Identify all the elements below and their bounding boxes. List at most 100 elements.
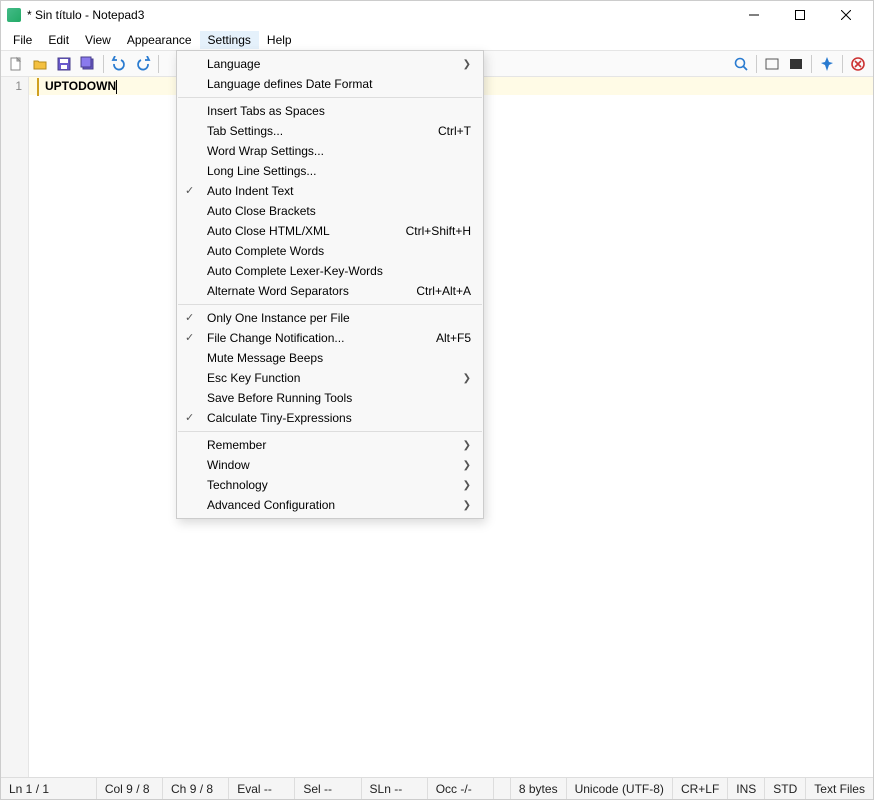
status-col[interactable]: Col 9 / 8 xyxy=(97,778,163,799)
line-gutter: 1 xyxy=(1,77,29,777)
menu-item-label: Alternate Word Separators xyxy=(207,284,349,298)
toolbar-sep xyxy=(811,55,812,73)
menu-item-label: Calculate Tiny-Expressions xyxy=(207,411,352,425)
menu-item[interactable]: Esc Key Function❯ xyxy=(177,368,483,388)
menu-item-label: Auto Complete Words xyxy=(207,244,324,258)
menu-file[interactable]: File xyxy=(5,31,40,49)
open-file-button[interactable] xyxy=(29,53,51,75)
status-ch[interactable]: Ch 9 / 8 xyxy=(163,778,229,799)
status-sel[interactable]: Sel -- xyxy=(295,778,361,799)
menu-appearance[interactable]: Appearance xyxy=(119,31,200,49)
chevron-right-icon: ❯ xyxy=(463,59,471,70)
menu-item-label: Insert Tabs as Spaces xyxy=(207,104,325,118)
status-sln[interactable]: SLn -- xyxy=(362,778,428,799)
redo-button[interactable] xyxy=(132,53,154,75)
menu-item[interactable]: ✓ Only One Instance per File xyxy=(177,308,483,328)
menu-item-label: Auto Complete Lexer-Key-Words xyxy=(207,264,383,278)
status-eval[interactable]: Eval -- xyxy=(229,778,295,799)
view1-button[interactable] xyxy=(761,53,783,75)
menu-item[interactable]: Insert Tabs as Spaces xyxy=(177,101,483,121)
caret xyxy=(116,80,117,94)
line-number: 1 xyxy=(1,79,22,93)
menu-settings[interactable]: Settings xyxy=(200,31,259,49)
menu-separator xyxy=(178,304,482,305)
menu-view[interactable]: View xyxy=(77,31,119,49)
menu-item-label: Auto Close HTML/XML xyxy=(207,224,330,238)
status-bytes[interactable]: 8 bytes xyxy=(511,778,567,799)
menu-item[interactable]: Auto Close HTML/XML Ctrl+Shift+H xyxy=(177,221,483,241)
menu-item-label: Language xyxy=(207,57,260,71)
undo-button[interactable] xyxy=(108,53,130,75)
close-button[interactable] xyxy=(823,1,869,29)
menu-shortcut: Ctrl+Shift+H xyxy=(406,224,471,238)
menu-item-label: Esc Key Function xyxy=(207,371,300,385)
menu-item[interactable]: Auto Close Brackets xyxy=(177,201,483,221)
menu-item[interactable]: ✓ File Change Notification... Alt+F5 xyxy=(177,328,483,348)
menu-item-label: Only One Instance per File xyxy=(207,311,350,325)
menu-item[interactable]: Word Wrap Settings... xyxy=(177,141,483,161)
status-bar: Ln 1 / 1 Col 9 / 8 Ch 9 / 8 Eval -- Sel … xyxy=(1,777,873,799)
toolbar-sep xyxy=(103,55,104,73)
menu-item-label: Remember xyxy=(207,438,266,452)
save-all-button[interactable] xyxy=(77,53,99,75)
app-window: * Sin título - Notepad3 FileEditViewAppe… xyxy=(0,0,874,800)
menu-item[interactable]: ✓Auto Indent Text xyxy=(177,181,483,201)
status-std[interactable]: STD xyxy=(765,778,806,799)
check-icon: ✓ xyxy=(185,184,194,197)
status-line[interactable]: Ln 1 / 1 xyxy=(1,778,97,799)
check-icon: ✓ xyxy=(185,331,194,344)
zoom-button[interactable] xyxy=(730,53,752,75)
save-file-button[interactable] xyxy=(53,53,75,75)
check-icon: ✓ xyxy=(185,311,194,324)
menu-item-label: Advanced Configuration xyxy=(207,498,335,512)
menu-item[interactable]: Technology ❯ xyxy=(177,475,483,495)
menu-item-label: Language defines Date Format xyxy=(207,77,372,91)
menu-item-label: Technology xyxy=(207,478,268,492)
line-text: UPTODOWN xyxy=(45,79,116,93)
menu-shortcut: Ctrl+T xyxy=(438,124,471,138)
status-occ[interactable]: Occ -/- xyxy=(428,778,494,799)
menu-item[interactable]: Remember ❯ xyxy=(177,435,483,455)
menu-item[interactable]: Long Line Settings... xyxy=(177,161,483,181)
chevron-right-icon: ❯ xyxy=(463,460,471,471)
menu-item[interactable]: ✓Calculate Tiny-Expressions xyxy=(177,408,483,428)
menu-item[interactable]: Alternate Word Separators Ctrl+Alt+A xyxy=(177,281,483,301)
menu-item[interactable]: Language defines Date Format xyxy=(177,74,483,94)
menu-separator xyxy=(178,431,482,432)
new-file-button[interactable] xyxy=(5,53,27,75)
view2-button[interactable] xyxy=(785,53,807,75)
menu-item[interactable]: Language ❯ xyxy=(177,54,483,74)
chevron-right-icon: ❯ xyxy=(463,500,471,511)
status-filetype[interactable]: Text Files xyxy=(806,778,873,799)
chevron-right-icon: ❯ xyxy=(463,440,471,451)
menu-item[interactable]: Mute Message Beeps xyxy=(177,348,483,368)
status-eol[interactable]: CR+LF xyxy=(673,778,728,799)
menu-bar: FileEditViewAppearanceSettingsHelp xyxy=(1,29,873,51)
maximize-button[interactable] xyxy=(777,1,823,29)
menu-shortcut: Alt+F5 xyxy=(436,331,471,345)
menu-item-label: Auto Close Brackets xyxy=(207,204,316,218)
menu-item[interactable]: Save Before Running Tools xyxy=(177,388,483,408)
cancel-button[interactable] xyxy=(847,53,869,75)
status-ins[interactable]: INS xyxy=(728,778,765,799)
pin-button[interactable] xyxy=(816,53,838,75)
menu-item[interactable]: Auto Complete Words xyxy=(177,241,483,261)
menu-item[interactable]: Tab Settings...Ctrl+T xyxy=(177,121,483,141)
menu-item[interactable]: Advanced Configuration ❯ xyxy=(177,495,483,515)
settings-menu-dropdown: Language ❯ Language defines Date Format Ins… xyxy=(176,50,484,519)
menu-help[interactable]: Help xyxy=(259,31,300,49)
minimize-button[interactable] xyxy=(731,1,777,29)
menu-shortcut: Ctrl+Alt+A xyxy=(416,284,471,298)
menu-item-label: Word Wrap Settings... xyxy=(207,144,324,158)
toolbar-sep xyxy=(842,55,843,73)
menu-item-label: File Change Notification... xyxy=(207,331,344,345)
window-title: * Sin título - Notepad3 xyxy=(27,8,731,22)
menu-edit[interactable]: Edit xyxy=(40,31,77,49)
menu-item[interactable]: Window❯ xyxy=(177,455,483,475)
indent-guide xyxy=(37,78,39,96)
menu-item[interactable]: Auto Complete Lexer-Key-Words xyxy=(177,261,483,281)
toolbar-sep xyxy=(158,55,159,73)
chevron-right-icon: ❯ xyxy=(463,480,471,491)
status-encoding[interactable]: Unicode (UTF-8) xyxy=(567,778,673,799)
app-icon xyxy=(7,8,21,22)
